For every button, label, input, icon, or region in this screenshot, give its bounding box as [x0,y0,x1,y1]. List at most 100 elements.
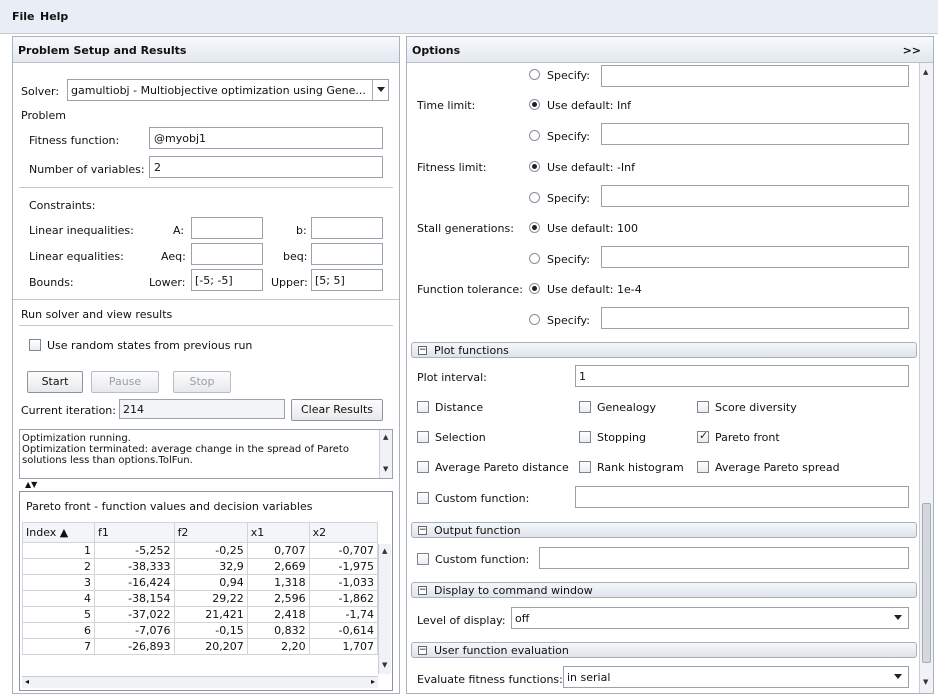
scrollbar-thumb[interactable] [922,503,931,663]
fitness-function-input[interactable]: @myobj1 [149,127,383,149]
table-row[interactable]: 3 -16,424 0,94 1,318 -1,033 [22,574,378,591]
column-header[interactable]: x1 [246,522,310,543]
table-vscrollbar[interactable] [378,544,391,674]
specify-label: Specify: [547,192,590,205]
pareto-front-checkbox[interactable] [697,429,709,443]
collapse-minus-icon[interactable]: − [418,526,427,535]
plot-custom-function-input[interactable] [575,486,909,508]
b-input[interactable] [311,217,383,239]
status-textarea[interactable]: Optimization running. Optimization termi… [19,429,393,479]
scroll-up-icon[interactable] [920,67,933,77]
upper-bounds-input[interactable]: [5; 5] [311,269,383,291]
stopping-checkbox[interactable] [579,431,591,443]
avg-pareto-distance-checkbox[interactable] [417,461,429,473]
start-button[interactable]: Start [27,371,83,393]
scroll-down-icon[interactable] [379,660,391,670]
tolerance-specify-radio[interactable] [529,314,540,325]
menu-help[interactable]: Help [40,10,68,23]
column-header[interactable]: Index ▲ [22,522,95,543]
column-header[interactable]: f2 [173,522,248,543]
table-row[interactable]: 4 -38,154 29,22 2,596 -1,862 [22,590,378,607]
table-cell: -1,862 [308,590,378,607]
scroll-right-icon[interactable]: ▸ [371,677,375,686]
options-scrollbar[interactable] [919,63,933,693]
collapse-minus-icon[interactable]: − [418,646,427,655]
plot-functions-section[interactable]: − Plot functions [411,342,917,358]
scroll-down-icon[interactable] [920,677,933,687]
table-row[interactable]: 6 -7,076 -0,15 0,832 -0,614 [22,622,378,639]
beq-input[interactable] [311,243,383,265]
menu-file[interactable]: File [12,10,35,23]
random-states-checkbox[interactable] [29,339,41,351]
level-of-display-dropdown[interactable]: off [511,607,909,629]
distance-checkbox[interactable] [417,401,429,413]
nvars-input[interactable]: 2 [149,156,383,178]
collapse-icon[interactable]: >> [903,44,921,57]
collapse-minus-icon[interactable]: − [418,586,427,595]
function-tolerance-input[interactable] [601,307,909,329]
table-cell: 2,20 [246,638,310,655]
solver-label: Solver: [21,85,60,98]
fitness-limit-default-radio[interactable] [529,161,540,172]
table-row[interactable]: 5 -37,022 21,421 2,418 -1,74 [22,606,378,623]
scroll-left-icon[interactable]: ◂ [25,677,29,686]
time-limit-label: Time limit: [417,99,476,112]
plot-interval-input[interactable]: 1 [575,365,909,387]
stall-specify-radio[interactable] [529,253,540,264]
fitness-limit-input[interactable] [601,185,909,207]
table-cell: 2,418 [246,606,310,623]
column-header[interactable]: x2 [308,522,378,543]
table-cell: 2,669 [246,558,310,575]
tolerance-default-radio[interactable] [529,283,540,294]
table-cell: -38,333 [94,558,175,575]
selection-checkbox[interactable] [417,431,429,443]
scroll-up-icon[interactable] [380,432,392,442]
table-row[interactable]: 2 -38,333 32,9 2,669 -1,975 [22,558,378,575]
splitter-arrows-icon[interactable]: ▲▼ [25,480,37,489]
table-cell: 20,207 [173,638,248,655]
table-cell: -0,25 [173,542,248,559]
scroll-down-icon[interactable] [380,464,392,474]
stall-default-radio[interactable] [529,222,540,233]
avg-pareto-spread-checkbox[interactable] [697,461,709,473]
table-cell: -1,74 [308,606,378,623]
table-hscrollbar[interactable]: ◂ ▸ [22,676,378,688]
lower-bounds-input[interactable]: [-5; -5] [191,269,263,291]
A-input[interactable] [191,217,263,239]
table-cell: -37,022 [94,606,175,623]
stall-generations-input[interactable] [601,246,909,268]
column-header[interactable]: f1 [94,522,175,543]
output-custom-function-input[interactable] [539,547,909,569]
user-function-evaluation-section[interactable]: − User function evaluation [411,642,917,658]
score-diversity-label: Score diversity [715,401,797,414]
scroll-up-icon[interactable] [379,546,391,556]
pause-button[interactable]: Pause [91,371,159,393]
rank-histogram-checkbox[interactable] [579,461,591,473]
time-limit-default-radio[interactable] [529,99,540,110]
genealogy-checkbox[interactable] [579,401,591,413]
table-cell: -5,252 [94,542,175,559]
score-diversity-checkbox[interactable] [697,401,709,413]
output-custom-function-checkbox[interactable] [417,553,429,565]
plot-custom-function-checkbox[interactable] [417,492,429,504]
specify-input[interactable] [601,65,909,87]
table-row[interactable]: 1 -5,252 -0,25 0,707 -0,707 [22,542,378,559]
time-limit-specify-radio[interactable] [529,130,540,141]
status-scrollbar[interactable] [379,430,392,478]
selection-label: Selection [435,431,486,444]
output-function-section[interactable]: − Output function [411,522,917,538]
fitness-limit-specify-radio[interactable] [529,192,540,203]
time-limit-input[interactable] [601,123,909,145]
solver-dropdown[interactable]: gamultiobj - Multiobjective optimization… [67,79,389,101]
display-section-title: Display to command window [434,584,593,597]
table-row[interactable]: 7 -26,893 20,207 2,20 1,707 [22,638,378,655]
Aeq-input[interactable] [191,243,263,265]
specify-radio[interactable] [529,69,540,80]
evaluate-fitness-dropdown[interactable]: in serial [563,666,909,688]
stop-button[interactable]: Stop [173,371,231,393]
panel-title: Options [412,44,461,57]
clear-results-button[interactable]: Clear Results [291,399,383,421]
display-command-window-section[interactable]: − Display to command window [411,582,917,598]
collapse-minus-icon[interactable]: − [418,346,427,355]
divider [13,299,399,300]
